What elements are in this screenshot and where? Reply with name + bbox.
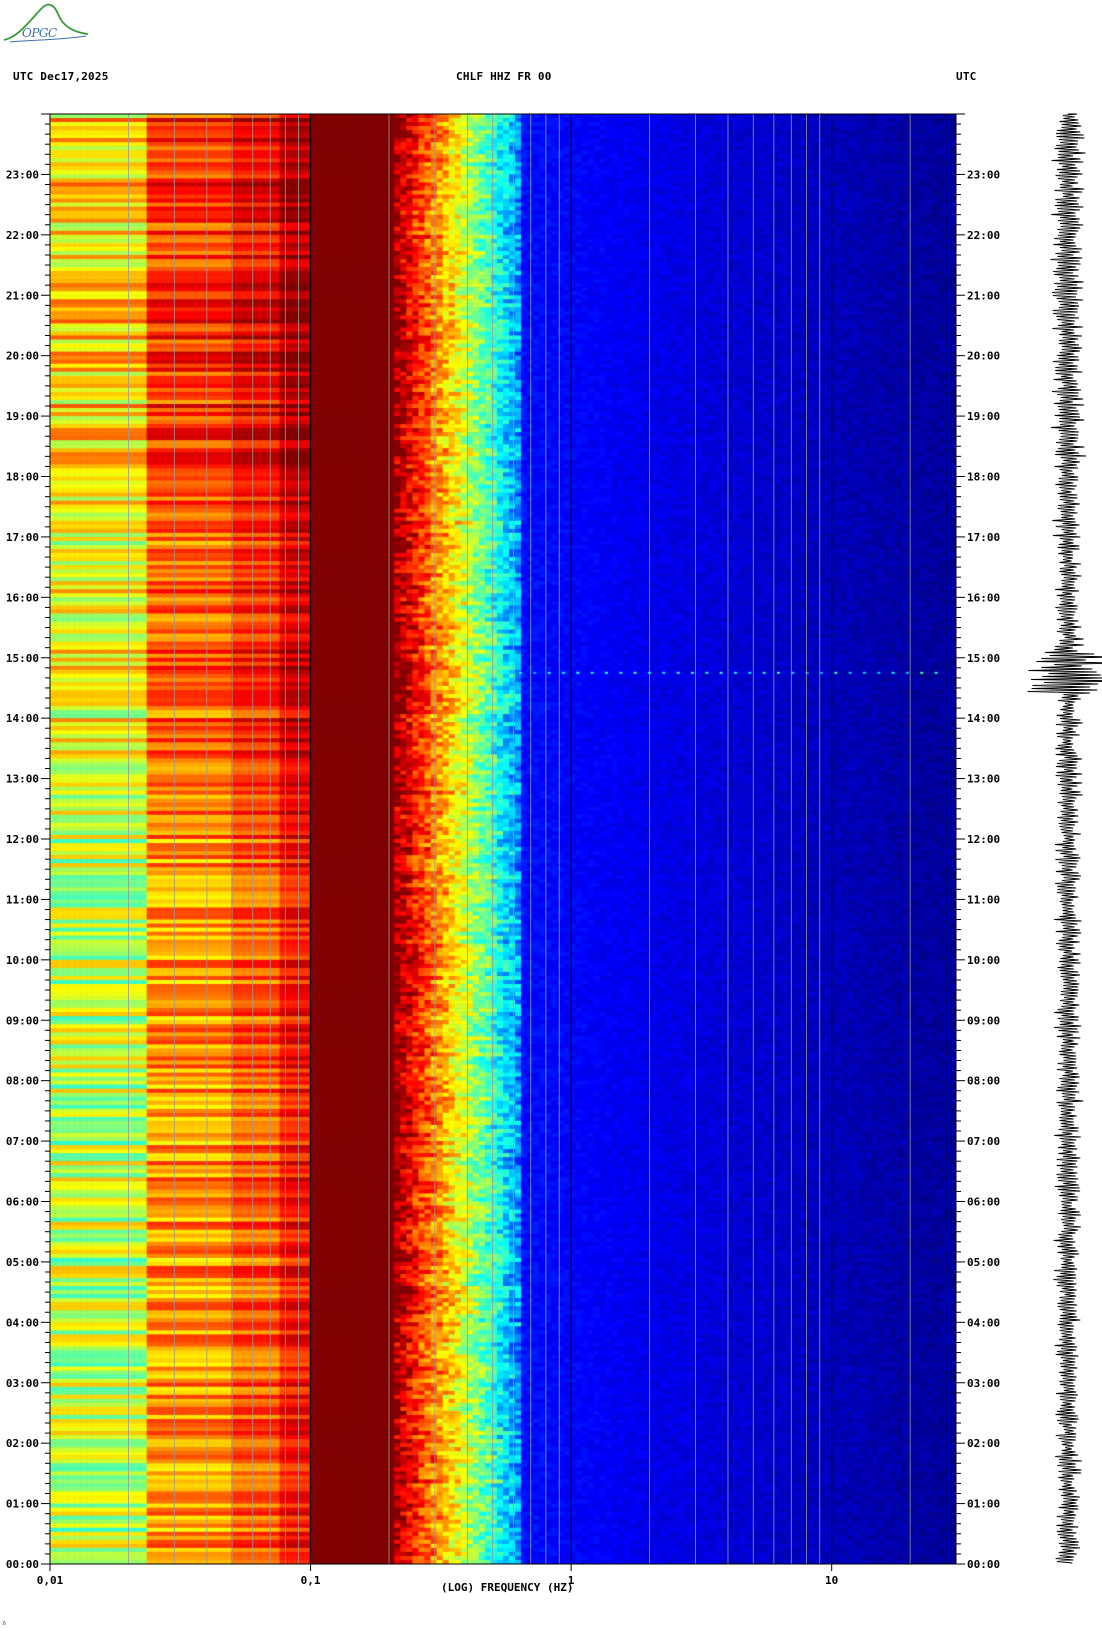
y-tick-label-left: 20:00 — [6, 350, 39, 363]
y-tick-label-left: 00:00 — [6, 1558, 39, 1571]
y-tick-label-right: 12:00 — [967, 833, 1000, 846]
y-tick-label-right: 05:00 — [967, 1256, 1000, 1269]
y-tick-label-right: 15:00 — [967, 652, 1000, 665]
y-tick-label-right: 04:00 — [967, 1316, 1000, 1329]
y-tick-label-right: 08:00 — [967, 1075, 1000, 1088]
y-tick-label-left: 01:00 — [6, 1498, 39, 1511]
y-tick-label-left: 22:00 — [6, 229, 39, 242]
y-tick-label-left: 10:00 — [6, 954, 39, 967]
y-tick-label-right: 20:00 — [967, 350, 1000, 363]
x-tick-label: 10 — [825, 1574, 838, 1587]
y-tick-label-right: 09:00 — [967, 1014, 1000, 1027]
y-tick-label-right: 17:00 — [967, 531, 1000, 544]
y-tick-label-left: 11:00 — [6, 893, 39, 906]
seismogram-waveform — [1027, 113, 1102, 1564]
y-tick-label-left: 03:00 — [6, 1377, 39, 1390]
y-tick-label-right: 07:00 — [967, 1135, 1000, 1148]
y-tick-label-left: 09:00 — [6, 1014, 39, 1027]
y-tick-label-right: 14:00 — [967, 712, 1000, 725]
x-axis-label: (LOG) FREQUENCY (HZ) — [441, 1581, 574, 1594]
y-tick-label-left: 08:00 — [6, 1075, 39, 1088]
y-tick-label-right: 19:00 — [967, 410, 1000, 423]
x-tick-label: 0,01 — [37, 1574, 64, 1587]
y-tick-label-left: 05:00 — [6, 1256, 39, 1269]
y-tick-label-right: 22:00 — [967, 229, 1000, 242]
spectrogram-chart: 00:00 00:00 01:00 01:00 02:00 02:00 03:00 03:00… — [6, 113, 1102, 1587]
y-tick-label-right: 03:00 — [967, 1377, 1000, 1390]
y-tick-label-right: 10:00 — [967, 954, 1000, 967]
y-tick-label-left: 14:00 — [6, 712, 39, 725]
y-tick-label-left: 18:00 — [6, 471, 39, 484]
y-tick-label-left: 17:00 — [6, 531, 39, 544]
y-tick-label-left: 02:00 — [6, 1437, 39, 1450]
y-tick-label-right: 06:00 — [967, 1196, 1000, 1209]
y-tick-label-left: 21:00 — [6, 289, 39, 302]
y-tick-label-left: 12:00 — [6, 833, 39, 846]
y-tick-label-right: 18:00 — [967, 471, 1000, 484]
y-tick-label-right: 00:00 — [967, 1558, 1000, 1571]
y-tick-label-right: 23:00 — [967, 168, 1000, 181]
y-tick-label-left: 19:00 — [6, 410, 39, 423]
x-tick-label: 0,1 — [301, 1574, 321, 1587]
y-tick-label-right: 02:00 — [967, 1437, 1000, 1450]
y-tick-label-left: 13:00 — [6, 773, 39, 786]
y-tick-label-left: 07:00 — [6, 1135, 39, 1148]
seismogram-trace — [1027, 113, 1102, 1564]
corner-mark: ᐞ — [2, 1620, 7, 1629]
y-tick-label-right: 16:00 — [967, 591, 1000, 604]
y-tick-label-right: 01:00 — [967, 1498, 1000, 1511]
y-tick-label-left: 23:00 — [6, 168, 39, 181]
y-tick-label-right: 21:00 — [967, 289, 1000, 302]
y-tick-label-left: 15:00 — [6, 652, 39, 665]
y-tick-label-right: 13:00 — [967, 773, 1000, 786]
y-tick-label-left: 04:00 — [6, 1316, 39, 1329]
y-tick-label-right: 11:00 — [967, 893, 1000, 906]
y-tick-label-left: 06:00 — [6, 1196, 39, 1209]
y-tick-label-left: 16:00 — [6, 591, 39, 604]
